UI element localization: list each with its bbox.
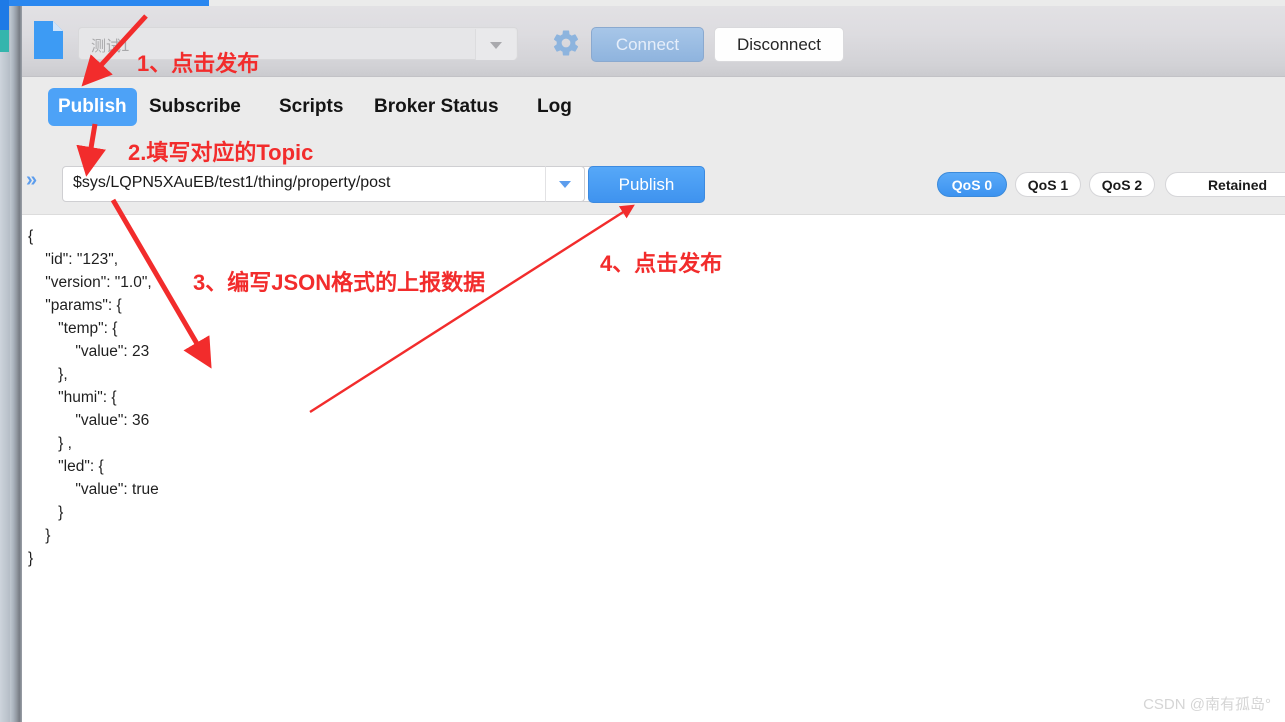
- mqttx-window: 测试1 Connect Disconnect Publish Subscribe…: [22, 6, 1285, 722]
- chevron-down-icon[interactable]: [475, 29, 516, 60]
- gear-icon[interactable]: [551, 28, 581, 58]
- annotation-label-2: 2.填写对应的Topic: [128, 140, 314, 165]
- annotation-label-1: 1、点击发布: [137, 51, 260, 76]
- topic-history-chevron-down-icon[interactable]: [545, 166, 585, 202]
- background-window-strip: [0, 0, 22, 722]
- app-root: 测试1 Connect Disconnect Publish Subscribe…: [0, 0, 1285, 722]
- caret-shape: [490, 41, 502, 49]
- tab-publish[interactable]: Publish: [48, 88, 137, 126]
- background-window-blue-chip: [0, 0, 9, 30]
- background-window-inner: [0, 0, 10, 722]
- tab-scripts[interactable]: Scripts: [269, 88, 353, 126]
- annotation-label-3: 3、编写JSON格式的上报数据: [193, 270, 486, 295]
- double-chevron-right-icon[interactable]: »: [26, 169, 37, 192]
- publish-button[interactable]: Publish: [588, 166, 705, 203]
- retained-toggle[interactable]: Retained: [1165, 172, 1285, 197]
- annotation-label-4: 4、点击发布: [600, 251, 723, 276]
- tab-log[interactable]: Log: [527, 88, 582, 126]
- document-icon[interactable]: [34, 21, 63, 59]
- qos-2-toggle[interactable]: QoS 2: [1089, 172, 1155, 197]
- tab-subscribe[interactable]: Subscribe: [139, 88, 251, 126]
- disconnect-button[interactable]: Disconnect: [714, 27, 844, 62]
- background-window-teal-chip: [0, 30, 9, 52]
- qos-1-toggle[interactable]: QoS 1: [1015, 172, 1081, 197]
- qos-0-toggle[interactable]: QoS 0: [937, 172, 1007, 197]
- topic-input[interactable]: $sys/LQPN5XAuEB/test1/thing/property/pos…: [62, 166, 602, 202]
- topic-input-value: $sys/LQPN5XAuEB/test1/thing/property/pos…: [73, 174, 391, 191]
- connect-button[interactable]: Connect: [591, 27, 704, 62]
- tab-broker-status[interactable]: Broker Status: [364, 88, 509, 126]
- csdn-watermark: CSDN @南有孤岛°: [1143, 696, 1271, 713]
- caret-shape: [559, 181, 571, 188]
- connection-select-value: 测试1: [91, 38, 130, 55]
